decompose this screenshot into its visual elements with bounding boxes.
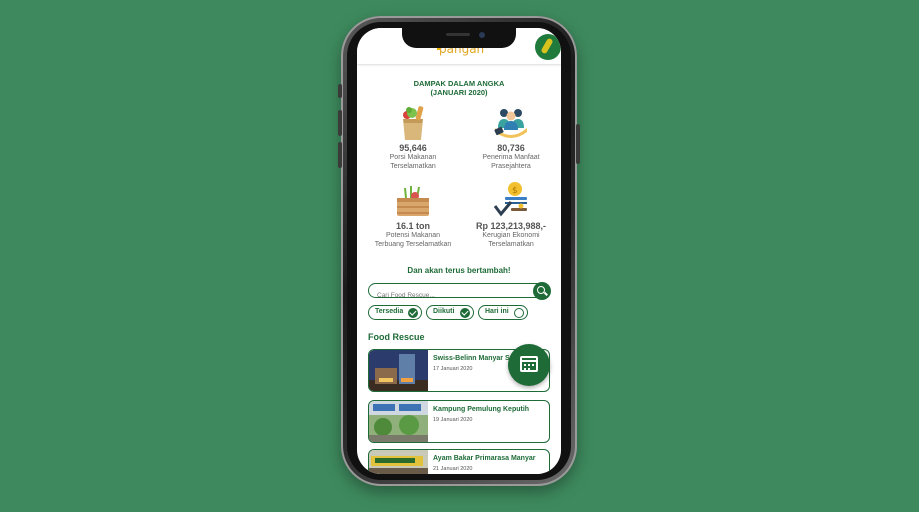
- app-screen: pangan DAMPAK DALAM ANGKA (JANUARI 2020)…: [357, 28, 561, 474]
- stat-value: 95,646: [399, 143, 427, 153]
- produce-crate-icon: [393, 180, 433, 220]
- calendar-icon: [520, 356, 538, 372]
- card-title: Kampung Pemulung Keputih: [433, 406, 530, 413]
- speaker-grille: [446, 33, 470, 36]
- card-title: Ayam Bakar Primarasa Manyar: [433, 455, 536, 462]
- stat-food-weight: 16.1 ton Potensi Makanan Terbuang Tersel…: [363, 180, 463, 249]
- impact-tagline: Dan akan terus bertambah!: [407, 266, 511, 275]
- food-rescue-card[interactable]: Ayam Bakar Primarasa Manyar 21 Januari 2…: [368, 449, 550, 474]
- svg-text:$: $: [512, 186, 518, 196]
- stat-economic-loss: $ Rp 123,213,988,- Kerugian Ekonomi Ters…: [461, 180, 561, 249]
- volume-down-button: [338, 142, 342, 168]
- stat-portions: 95,646 Porsi Makanan Terselamatkan: [363, 102, 463, 171]
- food-rescue-card[interactable]: Kampung Pemulung Keputih 19 Januari 2020: [368, 400, 550, 443]
- search-bar: [368, 281, 551, 302]
- impact-subtitle: (JANUARI 2020): [430, 88, 488, 97]
- filter-chip-label: Diikuti: [433, 308, 455, 315]
- stat-label: Potensi Makanan: [385, 232, 441, 239]
- food-rescue-title: Food Rescue: [368, 332, 425, 342]
- search-input[interactable]: [369, 289, 527, 302]
- calendar-fab-button[interactable]: [508, 344, 550, 386]
- stat-label: Kerugian Ekonomi: [482, 232, 540, 239]
- restaurant-photo: [369, 450, 428, 474]
- corn-icon: [540, 37, 554, 55]
- check-circle-icon: [408, 307, 418, 318]
- check-circle-icon: [460, 307, 470, 318]
- volume-up-button: [338, 110, 342, 136]
- people-hands-icon: [491, 102, 531, 142]
- stat-value: 80,736: [497, 143, 525, 153]
- stat-label: Terbuang Terselamatkan: [374, 241, 452, 248]
- stat-beneficiaries: 80,736 Penerima Manfaat Prasejahtera: [461, 102, 561, 171]
- filter-chip-label: Tersedia: [375, 308, 404, 315]
- filter-chip-tersedia[interactable]: Tersedia: [368, 305, 422, 320]
- stat-label: Penerima Manfaat: [482, 154, 540, 161]
- search-button[interactable]: [533, 281, 551, 300]
- card-date: 17 Januari 2020: [433, 366, 473, 372]
- stat-label: Porsi Makanan: [389, 154, 437, 161]
- stat-value: 16.1 ton: [395, 221, 430, 231]
- hotel-photo: [369, 350, 428, 391]
- card-date: 21 Januari 2020: [433, 466, 473, 472]
- stat-label: Prasejahtera: [491, 163, 531, 170]
- impact-title: DAMPAK DALAM ANGKA: [413, 79, 505, 88]
- phone-notch: [402, 26, 516, 48]
- empty-circle-icon: [514, 307, 524, 318]
- mute-switch: [338, 84, 342, 98]
- filter-chip-hari-ini[interactable]: Hari ini: [478, 305, 528, 320]
- filter-chip-label: Hari ini: [485, 308, 509, 315]
- grocery-bag-icon: [393, 102, 433, 142]
- filter-chip-diikuti[interactable]: Diikuti: [426, 305, 474, 320]
- card-date: 19 Januari 2020: [433, 417, 473, 423]
- card-title: Swiss-Belinn Manyar S: [433, 355, 510, 362]
- money-scale-icon: $: [491, 180, 531, 220]
- stat-label: Terselamatkan: [390, 163, 436, 170]
- power-button: [576, 124, 580, 164]
- front-camera: [479, 32, 485, 38]
- village-photo: [369, 401, 428, 442]
- stat-value: Rp 123,213,988,-: [475, 221, 547, 231]
- profile-avatar[interactable]: [535, 34, 561, 60]
- stat-label: Terselamatkan: [488, 241, 534, 248]
